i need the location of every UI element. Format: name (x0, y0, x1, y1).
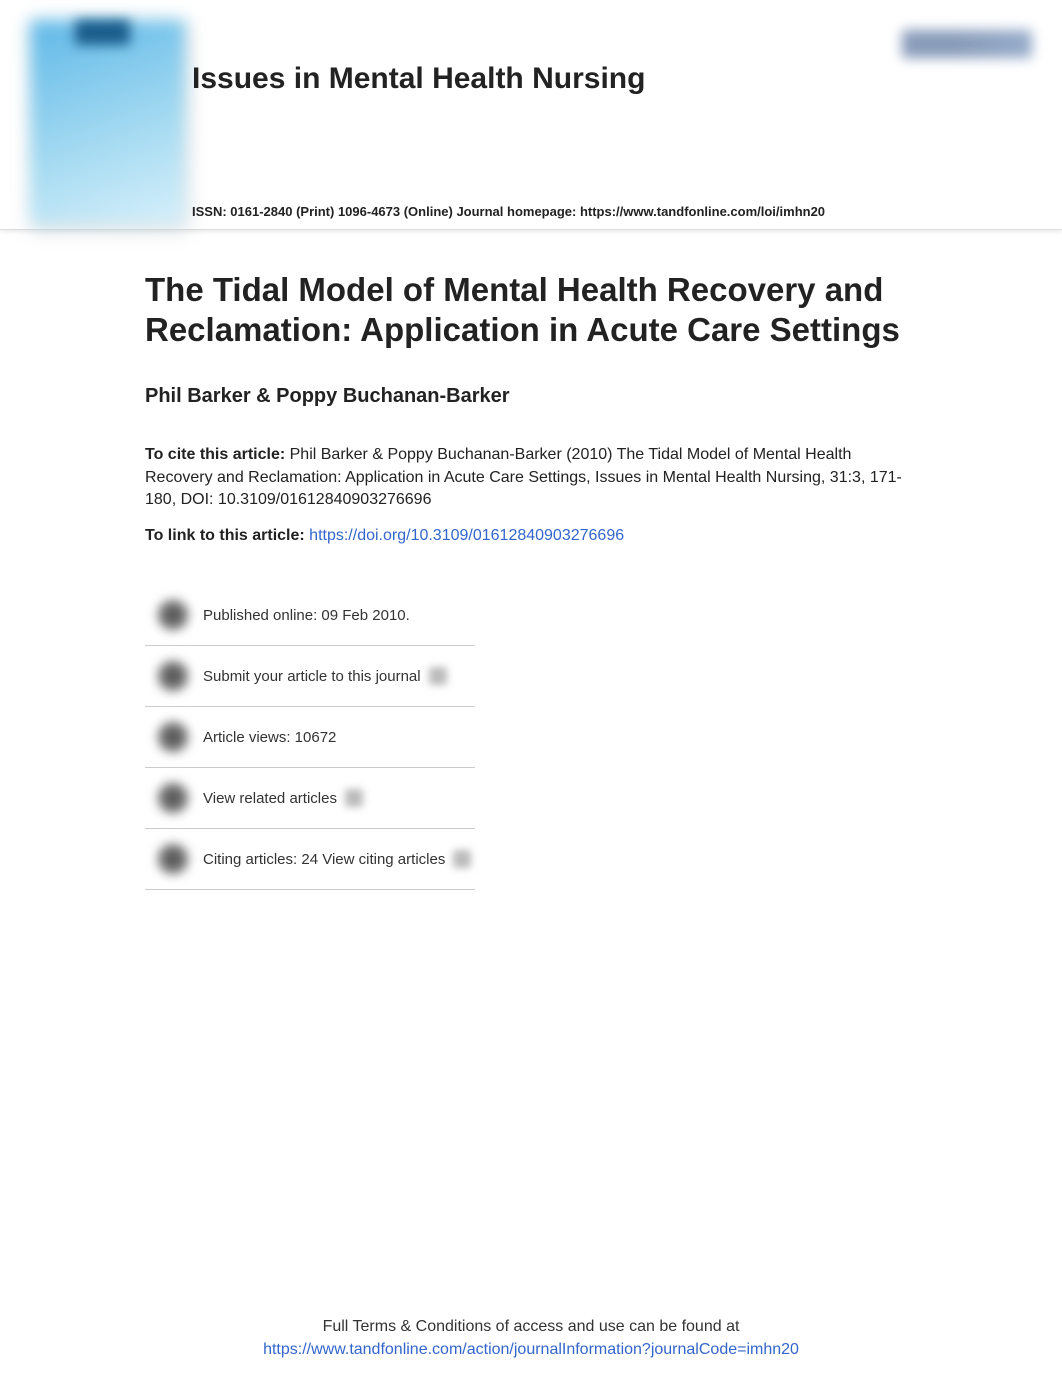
related-articles-row[interactable]: View related articles (145, 768, 475, 829)
header: Issues in Mental Health Nursing ISSN: 01… (0, 0, 1062, 230)
published-text: Published online: 09 Feb 2010. (203, 607, 410, 624)
published-online-row: Published online: 09 Feb 2010. (145, 585, 475, 646)
submit-article-row[interactable]: Submit your article to this journal (145, 646, 475, 707)
external-link-icon (429, 667, 447, 685)
main-content: The Tidal Model of Mental Health Recover… (0, 230, 1062, 890)
external-link-icon (453, 850, 471, 868)
authors: Phil Barker & Poppy Buchanan-Barker (145, 385, 917, 408)
citation-block: To cite this article: Phil Barker & Popp… (145, 444, 917, 511)
submit-icon (157, 660, 189, 692)
footer: Full Terms & Conditions of access and us… (0, 1316, 1062, 1361)
journal-cover-image (30, 20, 185, 225)
link-label: To link to this article: (145, 527, 309, 544)
article-views-row: Article views: 10672 (145, 707, 475, 768)
views-icon (157, 721, 189, 753)
views-text: Article views: 10672 (203, 729, 336, 746)
citing-icon (157, 843, 189, 875)
footer-terms-link[interactable]: https://www.tandfonline.com/action/journ… (263, 1341, 799, 1358)
doi-link[interactable]: https://doi.org/10.3109/0161284090327669… (309, 527, 624, 544)
submit-text: Submit your article to this journal (203, 668, 421, 685)
cite-label: To cite this article: (145, 446, 285, 463)
issn-line: ISSN: 0161-2840 (Print) 1096-4673 (Onlin… (192, 204, 825, 219)
publisher-logo (902, 30, 1032, 58)
action-list: Published online: 09 Feb 2010. Submit yo… (145, 585, 475, 890)
related-icon (157, 782, 189, 814)
journal-cover-tab (75, 20, 130, 45)
journal-title: Issues in Mental Health Nursing (192, 62, 645, 96)
link-block: To link to this article: https://doi.org… (145, 527, 917, 545)
footer-text: Full Terms & Conditions of access and us… (0, 1316, 1062, 1338)
published-icon (157, 599, 189, 631)
citing-articles-row[interactable]: Citing articles: 24 View citing articles (145, 829, 475, 890)
citing-text: Citing articles: 24 View citing articles (203, 851, 445, 868)
article-title: The Tidal Model of Mental Health Recover… (145, 270, 917, 349)
related-text: View related articles (203, 790, 337, 807)
external-link-icon (345, 789, 363, 807)
